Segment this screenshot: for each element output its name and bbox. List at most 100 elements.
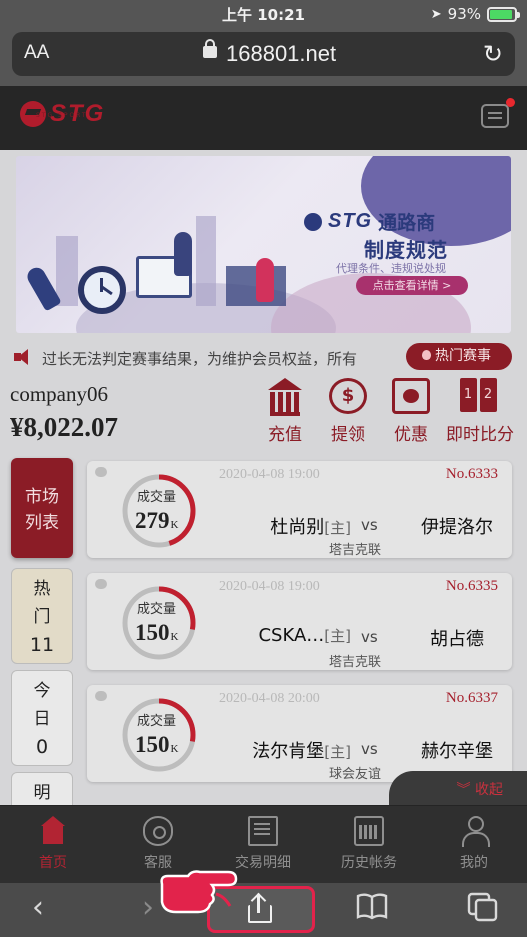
- banner-logo-text: STG: [328, 210, 373, 232]
- hot-events-label: 热门赛事: [435, 348, 491, 364]
- volume-label: 成交量: [137, 602, 177, 617]
- away-team: 赫尔辛堡: [421, 741, 493, 762]
- home-team-name: 法尔肯堡: [252, 741, 325, 762]
- pin-icon: [95, 579, 107, 589]
- home-team: 法尔肯堡[主]: [229, 737, 351, 763]
- banner-logo-cn: 通路商: [378, 212, 436, 234]
- tab-tomorrow[interactable]: 明: [11, 772, 73, 805]
- tab-label: 热: [33, 579, 51, 599]
- banner-person: [174, 232, 192, 276]
- transactions-icon: [248, 816, 278, 846]
- match-card[interactable]: 成交量 279K 2020-04-08 19:00 No.6333 杜尚别[主]…: [87, 461, 512, 558]
- league-name: 塔吉克联: [329, 543, 382, 558]
- status-bar: 上午 10:21 ➤ 93%: [0, 0, 527, 28]
- lock-icon: [203, 39, 217, 58]
- reader-settings-button[interactable]: AA: [24, 42, 49, 64]
- promotions-button[interactable]: 优惠: [379, 378, 443, 445]
- collapse-button[interactable]: ︾ 收起: [389, 771, 527, 805]
- nav-label: 我的: [460, 855, 488, 871]
- tab-hot[interactable]: 热 门 11: [11, 568, 73, 664]
- tab-label: 门: [33, 607, 51, 627]
- home-team: 杜尚别[主]: [229, 513, 351, 539]
- logo-subtitle: STG SPORT: [36, 112, 88, 119]
- announcement-text: 过长无法判定赛事结果，为维护会员权益，所有: [42, 350, 358, 368]
- withdraw-label: 提领: [331, 425, 365, 445]
- volume-number: 150: [135, 620, 170, 645]
- nav-support[interactable]: 客服: [113, 816, 203, 872]
- reload-icon[interactable]: ↻: [483, 40, 503, 68]
- live-score-button[interactable]: 1 2 即时比分: [446, 378, 514, 445]
- volume-value: 150K: [135, 620, 178, 646]
- support-icon: [143, 816, 173, 846]
- volume-unit: K: [170, 743, 179, 755]
- match-number: No.6333: [445, 466, 498, 482]
- bottom-nav: 首页 客服 交易明细 历史帐务 我的: [0, 805, 527, 883]
- main-content: STG 通路商 制度规范 代理条件、违规说处规 点击查看详情 > 过长无法判定赛…: [0, 150, 527, 805]
- promotions-label: 优惠: [394, 425, 428, 445]
- away-team: 伊提洛尔: [421, 517, 493, 538]
- volume-unit: K: [170, 631, 179, 643]
- promo-banner[interactable]: STG 通路商 制度规范 代理条件、违规说处规 点击查看详情 >: [16, 156, 511, 333]
- share-icon[interactable]: [248, 892, 272, 923]
- volume-value: 150K: [135, 732, 178, 758]
- banner-details-button[interactable]: 点击查看详情 >: [356, 276, 468, 295]
- tab-label: 市场: [25, 487, 59, 507]
- score-icon: 1 2: [459, 378, 497, 414]
- home-team: CSKA…[主]: [229, 625, 351, 646]
- message-icon[interactable]: [481, 104, 509, 128]
- tab-today[interactable]: 今 日 0: [11, 670, 73, 766]
- banner-building: [56, 236, 78, 306]
- tabs-button[interactable]: [463, 892, 503, 926]
- deposit-button[interactable]: 充值: [253, 378, 317, 445]
- address-bar[interactable]: AA 168801.net ↻: [12, 32, 515, 76]
- withdraw-button[interactable]: 提领: [316, 378, 380, 445]
- account-name: company06: [10, 382, 108, 406]
- pin-icon: [95, 691, 107, 701]
- nav-home[interactable]: 首页: [8, 816, 98, 872]
- pointing-hand-icon: [160, 870, 238, 914]
- nav-transactions[interactable]: 交易明细: [218, 816, 308, 872]
- tab-label: 今: [33, 681, 51, 701]
- back-button[interactable]: ‹: [18, 892, 58, 926]
- fire-icon: [422, 350, 431, 360]
- account-balance: ¥8,022.07: [10, 412, 118, 442]
- tab-market-list[interactable]: 市场 列表: [11, 458, 73, 558]
- user-icon: [459, 816, 490, 847]
- tab-count: 11: [29, 634, 55, 656]
- home-team-name: CSKA…: [258, 625, 325, 646]
- league-name: 球会友谊: [329, 767, 382, 782]
- home-tag: [主]: [324, 627, 351, 645]
- bookmarks-button[interactable]: [352, 892, 392, 926]
- match-number: No.6335: [445, 578, 498, 594]
- speaker-icon: [14, 349, 38, 365]
- tab-label: 日: [33, 709, 51, 729]
- volume-label: 成交量: [137, 490, 177, 505]
- banner-logo-mark: [304, 212, 322, 231]
- banner-person: [256, 258, 274, 302]
- tab-count: 0: [35, 736, 49, 758]
- card-icon: [392, 378, 430, 414]
- announcement-bar[interactable]: 过长无法判定赛事结果，为维护会员权益，所有 热门赛事: [0, 342, 527, 372]
- match-card[interactable]: 成交量 150K 2020-04-08 20:00 No.6337 法尔肯堡[主…: [87, 685, 512, 782]
- home-icon: [38, 816, 68, 846]
- match-date: 2020-04-08 20:00: [219, 691, 320, 706]
- calendar-icon: [354, 816, 384, 846]
- battery-icon: [487, 6, 520, 22]
- share-arrow: [250, 892, 267, 909]
- volume-unit: K: [170, 519, 179, 531]
- home-team-name: 杜尚别: [270, 517, 325, 538]
- tab-label: 明: [33, 783, 51, 803]
- live-score-label: 即时比分: [446, 425, 514, 445]
- nav-profile[interactable]: 我的: [429, 816, 519, 872]
- nav-history[interactable]: 历史帐务: [324, 816, 414, 872]
- match-date: 2020-04-08 19:00: [219, 467, 320, 482]
- match-card[interactable]: 成交量 150K 2020-04-08 19:00 No.6335 CSKA…[…: [87, 573, 512, 670]
- app-header: STG STG SPORT: [0, 86, 527, 150]
- banner-subtitle: 代理条件、违规说处规: [336, 262, 446, 275]
- banner-building: [196, 216, 216, 306]
- hot-events-button[interactable]: 热门赛事: [406, 343, 512, 370]
- home-tag: [主]: [324, 743, 351, 761]
- url-text[interactable]: 168801.net: [226, 41, 336, 67]
- bank-icon: [266, 378, 304, 416]
- score-digit: 1: [459, 378, 477, 412]
